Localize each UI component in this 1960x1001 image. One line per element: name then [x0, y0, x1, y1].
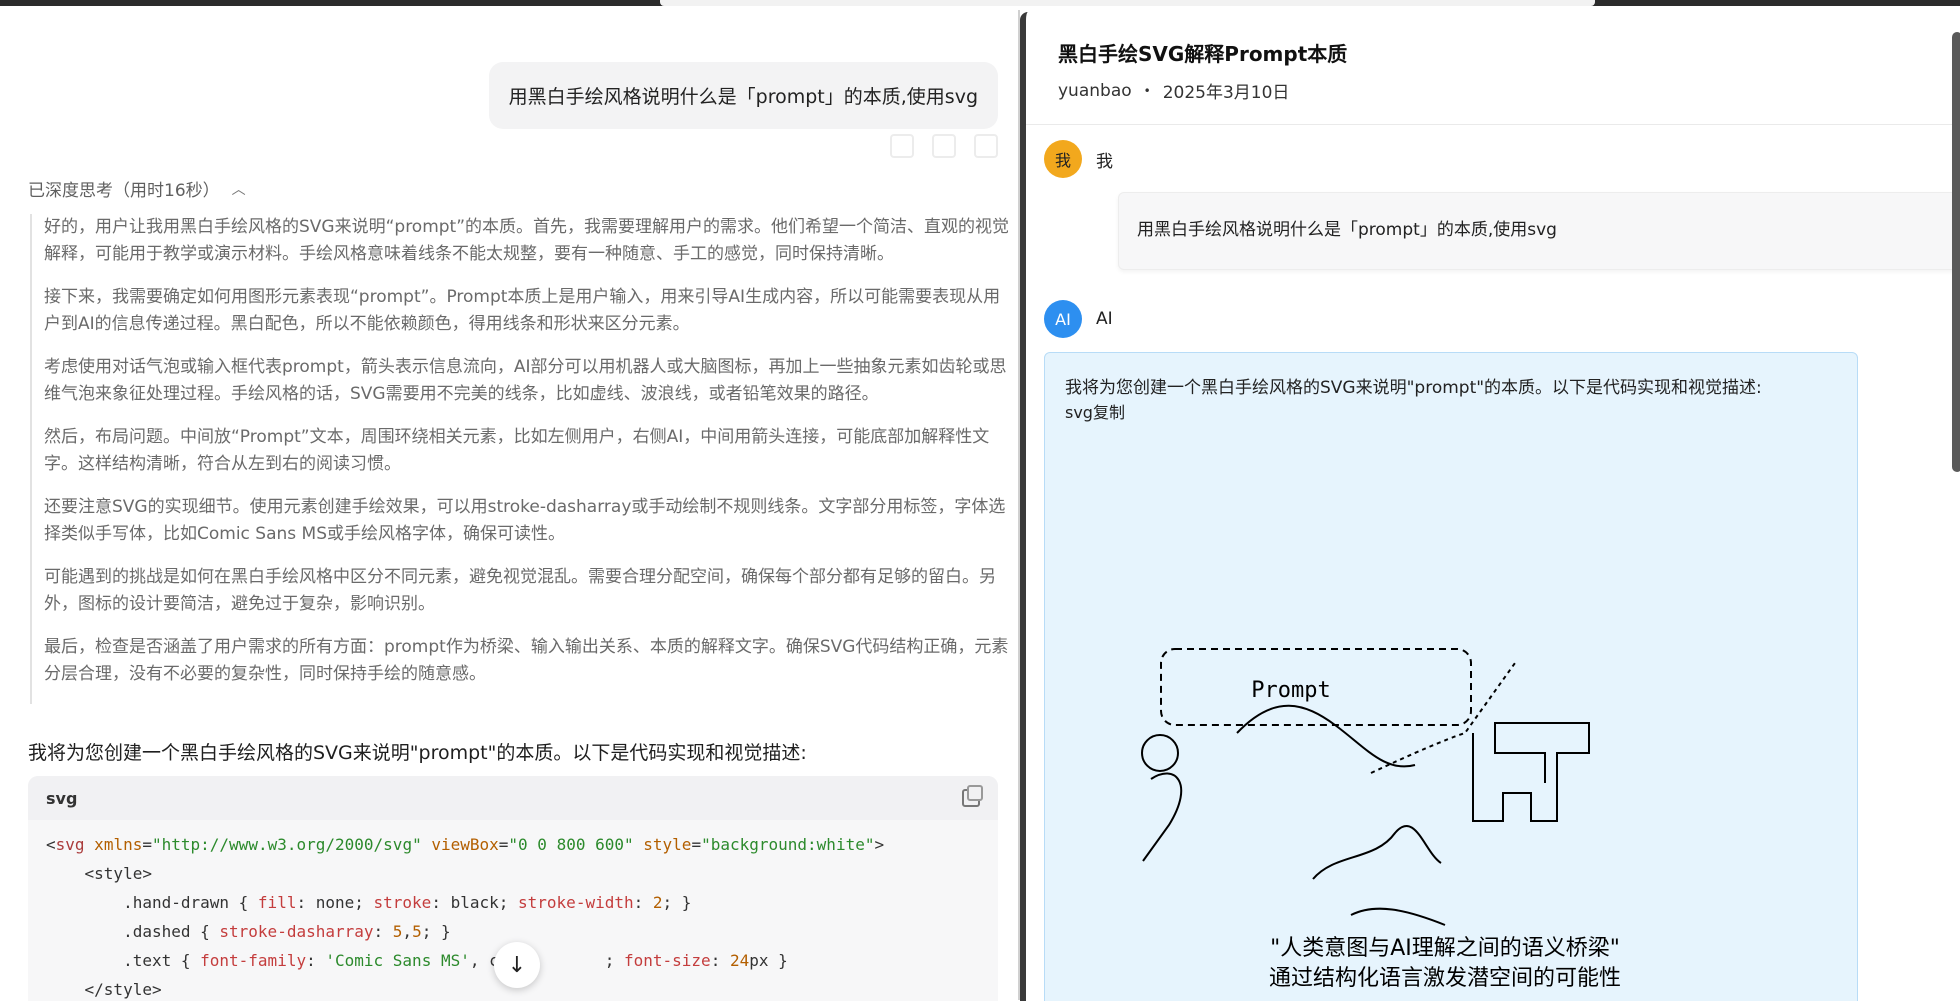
screen: 用黑白手绘风格说明什么是「prompt」的本质,使用svg 已深度思考（用时16… [0, 0, 1960, 1001]
speaker-me: 我 我 [1044, 140, 1113, 178]
quoted-text: 用黑白手绘风格说明什么是「prompt」的本质,使用svg [1137, 220, 1557, 240]
thinking-content: 好的，用户让我用黑白手绘风格的SVG来说明“prompt”的本质。首先，我需要理… [30, 214, 1012, 704]
scrollbar[interactable] [1952, 32, 1960, 472]
person-head [1141, 734, 1179, 772]
svg-prompt-label: Prompt [1251, 678, 1330, 703]
date: 2025年3月10日 [1162, 83, 1290, 103]
thinking-paragraph: 然后，布局问题。中间放“Prompt”文本，周围环绕相关元素，比如左侧用户，右侧… [44, 427, 990, 474]
author: yuanbao [1058, 80, 1132, 101]
thinking-paragraph: 考虑使用对话气泡或输入框代表prompt，箭头表示信息流向，AI部分可以用机器人… [44, 357, 1007, 404]
preview-title: 黑白手绘SVG解释Prompt本质 [1058, 42, 1348, 66]
code-line: <svg xmlns="http://www.w3.org/2000/svg" … [46, 835, 885, 854]
code-header: svg [28, 776, 998, 820]
user-message-bubble: 用黑白手绘风格说明什么是「prompt」的本质,使用svg [488, 62, 998, 129]
avatar: 我 [1044, 140, 1082, 178]
thinking-paragraph: 还要注意SVG的实现细节。使用元素创建手绘效果，可以用stroke-dashar… [44, 497, 1006, 544]
quoted-user-message: 用黑白手绘风格说明什么是「prompt」的本质,使用svg [1118, 192, 1960, 270]
message-actions[interactable] [890, 134, 998, 158]
divider [1026, 124, 1960, 125]
thinking-paragraph: 好的，用户让我用黑白手绘风格的SVG来说明“prompt”的本质。首先，我需要理… [44, 217, 1010, 264]
chat-pane[interactable]: 用黑白手绘风格说明什么是「prompt」的本质,使用svg 已深度思考（用时16… [0, 6, 1018, 1001]
scroll-to-bottom-button[interactable]: ↓ [494, 942, 540, 988]
speaker-name: 我 [1096, 151, 1113, 172]
wave-line [1236, 704, 1416, 768]
thinking-header: 已深度思考（用时16秒） [28, 181, 220, 201]
person-body [1142, 772, 1183, 862]
hill-2 [1350, 907, 1446, 926]
chevron-up-icon[interactable]: ︿ [232, 179, 246, 199]
robot-outline [1472, 722, 1590, 822]
speaker-ai: AI AI [1044, 300, 1113, 338]
share-icon[interactable] [974, 134, 998, 158]
code-language: svg [46, 788, 78, 808]
meta-separator: • [1143, 83, 1151, 98]
code-line: <style> [46, 864, 152, 883]
hill-1 [1312, 824, 1442, 880]
thinking-toggle[interactable]: 已深度思考（用时16秒） ︿ [28, 176, 246, 201]
arrow-down-icon: ↓ [507, 952, 527, 978]
thinking-paragraph: 可能遇到的挑战是如何在黑白手绘风格中区分不同元素，避免视觉混乱。需要合理分配空间… [44, 567, 996, 614]
share-preview-panel[interactable]: 黑白手绘SVG解释Prompt本质 yuanbao • 2025年3月10日 我… [1020, 12, 1960, 1001]
preview-meta: yuanbao • 2025年3月10日 [1058, 78, 1290, 104]
copy-message-icon[interactable] [932, 134, 956, 158]
copy-icon[interactable] [962, 785, 983, 807]
answer-intro: 我将为您创建一个黑白手绘风格的SVG来说明"prompt"的本质。以下是代码实现… [28, 742, 807, 764]
thinking-paragraph: 最后，检查是否涵盖了用户需求的所有方面：prompt作为桥梁、输入输出关系、本质… [44, 637, 1009, 684]
ai-response-card: 我将为您创建一个黑白手绘风格的SVG来说明"prompt"的本质。以下是代码实现… [1044, 352, 1858, 1001]
code-line: .hand-drawn { fill: none; stroke: black;… [46, 893, 692, 912]
svg-illustration: Prompt "人类意图与AI理解之间的语义桥梁" 通过结构化语言激发潜空间的可… [1141, 648, 1621, 991]
connector-dashed [1370, 662, 1516, 774]
edit-icon[interactable] [890, 134, 914, 158]
avatar: AI [1044, 300, 1082, 338]
speaker-name: AI [1096, 309, 1113, 329]
thinking-paragraph: 接下来，我需要确定如何用图形元素表现“prompt”。Prompt本质上是用户输… [44, 287, 1001, 334]
